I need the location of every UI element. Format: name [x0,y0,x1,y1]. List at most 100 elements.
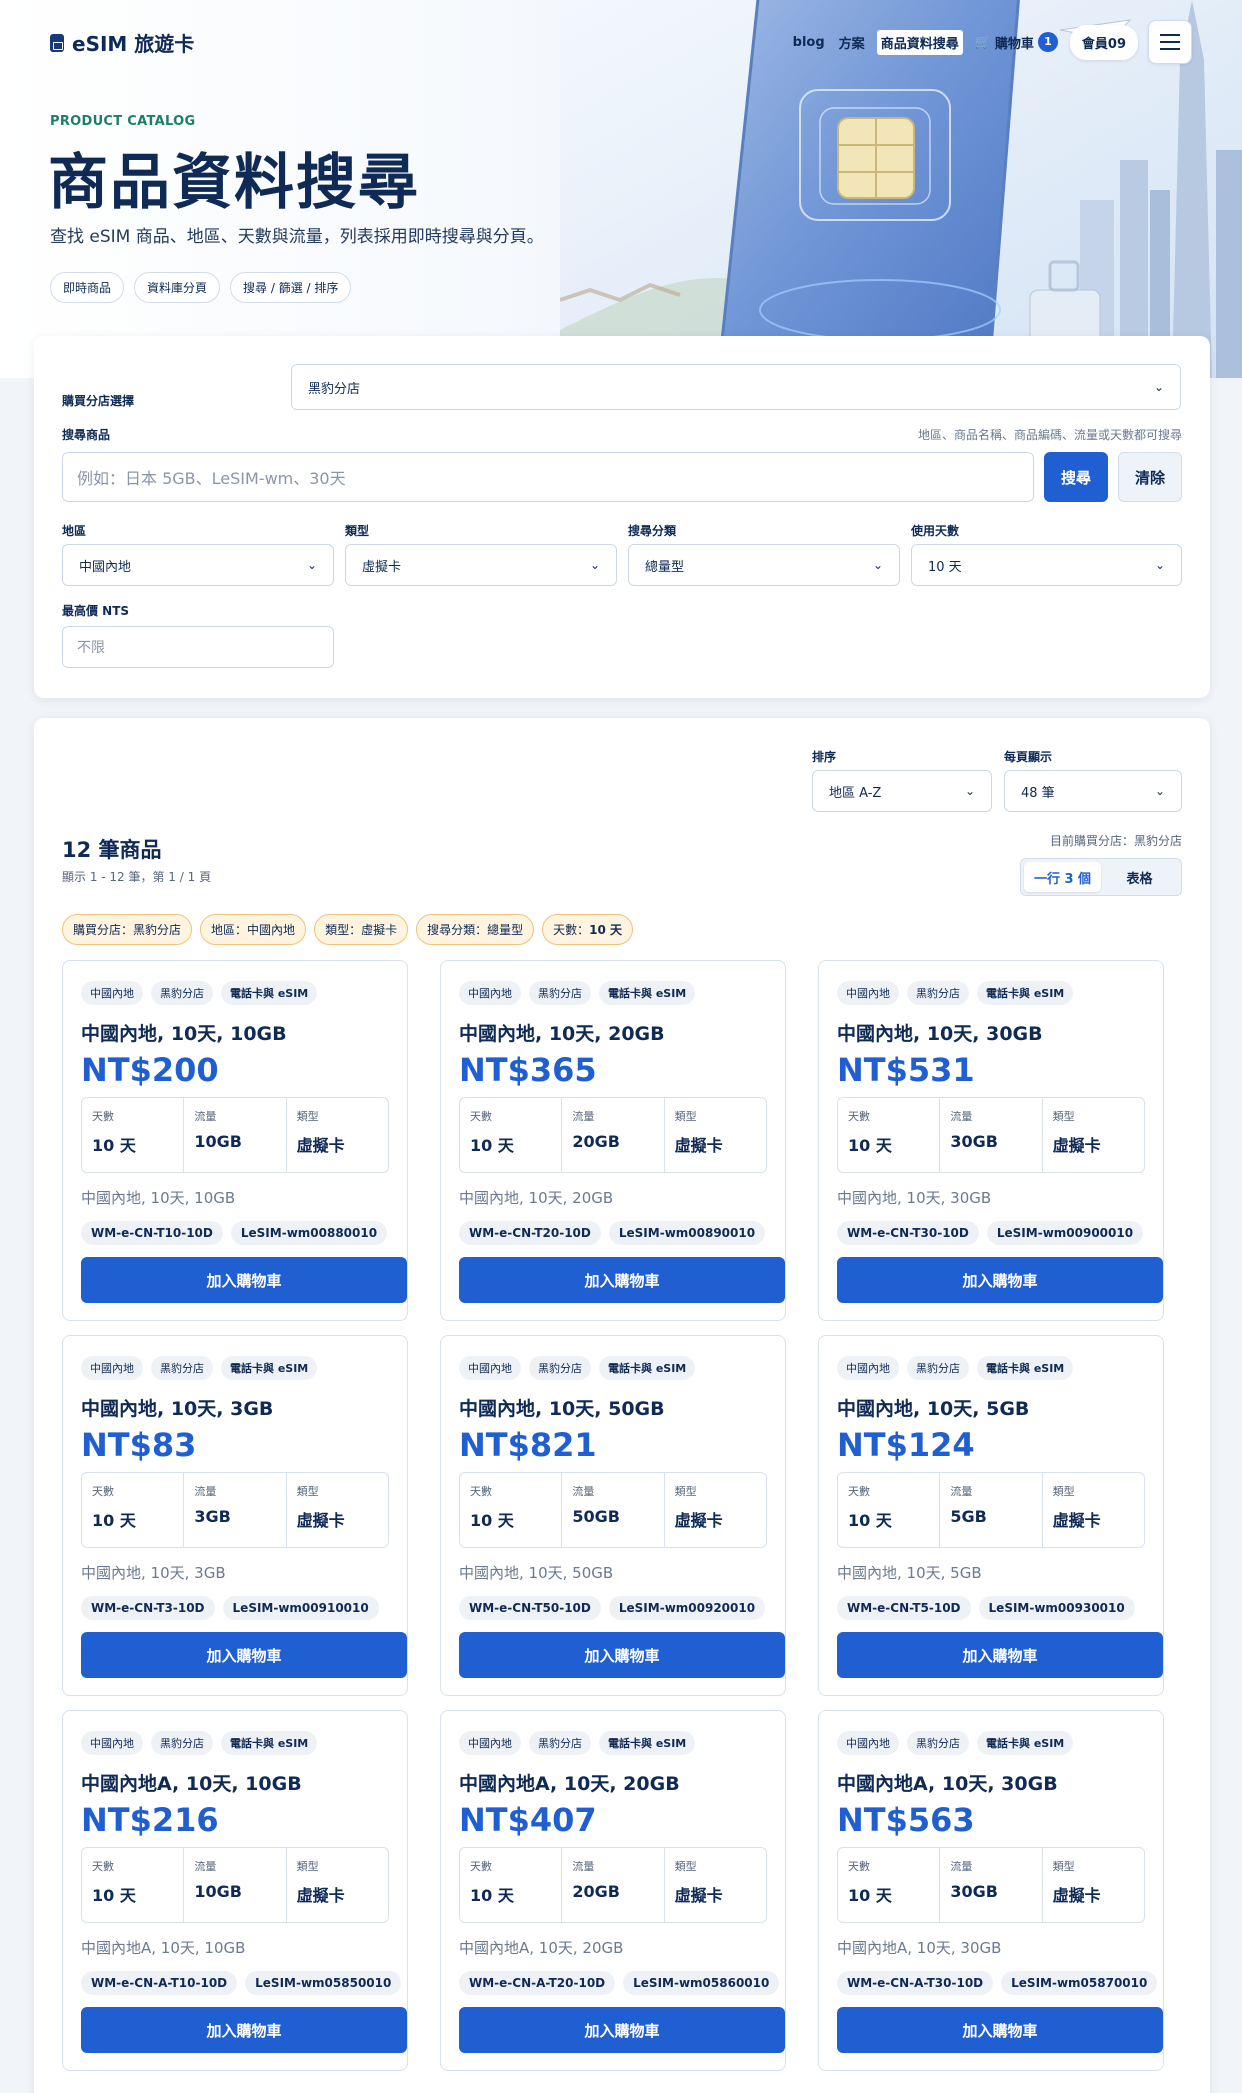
max-price-input[interactable]: 不限 [62,626,334,668]
sort-select[interactable]: 地區 A-Z ⌄ [812,770,992,812]
spec-value: 10 天 [92,1886,136,1905]
store-tag: 黑豹分店 [151,1356,213,1380]
spec-days: 天數 10 天 [460,1848,563,1922]
page-description: 查找 eSIM 商品、地區、天數與流量，列表採用即時搜尋與分頁。 [50,227,544,247]
type-select-value: 虛擬卡 [362,559,402,575]
hamburger-menu-icon[interactable] [1148,20,1192,64]
spec-label: 天數 [470,1485,492,1498]
category-select[interactable]: 總量型 ⌄ [628,544,900,586]
spec-label: 類型 [674,1485,697,1498]
product-description: 中國內地A, 10天, 20GB [459,1939,624,1957]
add-to-cart-button[interactable]: 加入購物車 [81,2007,407,2053]
product-tags: 中國內地 黑豹分店 電話卡與 eSIM [81,1731,318,1755]
nav-link-blog[interactable]: blog [791,31,827,54]
search-button[interactable]: 搜尋 [1044,452,1108,502]
store-select[interactable]: 黑豹分店 ⌄ [291,364,1181,410]
per-page-select-value: 48 筆 [1021,785,1055,801]
region-tag: 中國內地 [81,1356,143,1380]
spec-value: 10 天 [470,1511,514,1530]
store-tag: 黑豹分店 [907,1731,969,1755]
add-to-cart-button[interactable]: 加入購物車 [837,2007,1163,2053]
chevron-down-icon: ⌄ [306,558,317,572]
clear-button[interactable]: 清除 [1118,452,1182,502]
add-to-cart-button[interactable]: 加入購物車 [81,1632,407,1678]
region-tag: 中國內地 [837,1731,899,1755]
view-table-button[interactable]: 表格 [1101,862,1178,892]
store-tag: 黑豹分店 [529,981,591,1005]
region-select-value: 中國內地 [79,559,132,575]
product-title: 中國內地, 10天, 5GB [837,1398,1030,1420]
store-select-label: 購買分店選擇 [62,394,135,408]
spec-label: 類型 [1052,1860,1075,1873]
member-button[interactable]: 會員09 [1069,24,1138,60]
type-select[interactable]: 虛擬卡 ⌄ [345,544,617,586]
region-tag: 中國內地 [81,981,143,1005]
add-to-cart-button[interactable]: 加入購物車 [837,1632,1163,1678]
spec-label: 流量 [950,1860,973,1873]
filter-tag-key: 購買分店： [73,923,134,937]
spec-data: 流量 3GB [184,1473,287,1547]
per-page-select[interactable]: 48 筆 ⌄ [1004,770,1182,812]
feature-chip: 即時商品 [50,272,125,303]
cart-link[interactable]: 🛒 購物車 1 [973,28,1060,56]
product-price: NT$83 [81,1426,197,1464]
product-price: NT$821 [459,1426,597,1464]
feature-chip: 資料庫分頁 [134,272,221,303]
product-specs: 天數 10 天 流量 30GB 類型 虛擬卡 [837,1847,1145,1923]
active-filter-tag[interactable]: 類型：虛擬卡 [314,914,409,945]
sim-card-icon [50,33,64,52]
per-page-label: 每頁顯示 [1004,750,1053,764]
view-grid-button[interactable]: 一行 3 個 [1024,862,1101,892]
product-codes: WM-e-CN-T20-10D LeSIM-wm00890010 [459,1221,766,1245]
product-sku: LeSIM-wm05870010 [1001,1971,1158,1995]
region-select[interactable]: 中國內地 ⌄ [62,544,334,586]
spec-data: 流量 20GB [562,1848,665,1922]
product-code: WM-e-CN-T5-10D [837,1596,971,1620]
active-filter-tag[interactable]: 購買分店：黑豹分店 [62,914,193,945]
spec-label: 天數 [92,1110,114,1123]
add-to-cart-button[interactable]: 加入購物車 [81,1257,407,1303]
days-select[interactable]: 10 天 ⌄ [911,544,1182,586]
category-select-value: 總量型 [645,559,685,575]
spec-value: 10 天 [470,1136,514,1155]
spec-value: 虛擬卡 [1052,1886,1101,1905]
spec-type: 類型 虛擬卡 [665,1848,766,1922]
product-description: 中國內地A, 10天, 30GB [837,1939,1002,1957]
spec-data: 流量 50GB [562,1473,665,1547]
region-tag: 中國內地 [837,1356,899,1380]
days-select-value: 10 天 [928,559,962,575]
add-to-cart-button[interactable]: 加入購物車 [459,1257,785,1303]
cart-icon: 🛒 [974,34,991,50]
spec-type: 類型 虛擬卡 [1043,1848,1144,1922]
active-filter-tag[interactable]: 地區：中國內地 [200,914,307,945]
chevron-down-icon: ⌄ [1154,784,1165,798]
nav-link-plans[interactable]: 方案 [837,29,867,56]
product-specs: 天數 10 天 流量 20GB 類型 虛擬卡 [459,1097,767,1173]
product-card: 中國內地 黑豹分店 電話卡與 eSIM 中國內地A, 10天, 20GB NT$407 天… [440,1710,786,2071]
spec-value: 虛擬卡 [674,1886,723,1905]
chevron-down-icon: ⌄ [872,558,883,572]
spec-label: 類型 [1052,1485,1075,1498]
site-logo[interactable]: eSIM 旅遊卡 [50,28,194,57]
product-card: 中國內地 黑豹分店 電話卡與 eSIM 中國內地, 10天, 20GB NT$365 天數… [440,960,786,1321]
active-filter-tag[interactable]: 搜尋分類：總量型 [416,914,535,945]
filter-tag-key: 地區： [211,923,248,937]
product-card: 中國內地 黑豹分店 電話卡與 eSIM 中國內地, 10天, 5GB NT$124 天數 1… [818,1335,1164,1696]
filter-tag-value: 虛擬卡 [361,923,398,937]
spec-value: 10GB [194,1132,242,1151]
logo-text: eSIM 旅遊卡 [72,32,195,56]
active-filter-tag[interactable]: 天數：10 天 [542,914,634,945]
spec-value: 10 天 [848,1886,892,1905]
search-input[interactable]: 例如：日本 5GB、LeSIM-wm、30天 [62,452,1034,502]
region-tag: 中國內地 [459,1356,521,1380]
add-to-cart-button[interactable]: 加入購物車 [459,1632,785,1678]
spec-days: 天數 10 天 [460,1473,563,1547]
add-to-cart-button[interactable]: 加入購物車 [837,1257,1163,1303]
nav-link-product-search[interactable]: 商品資料搜尋 [876,29,963,55]
product-codes: WM-e-CN-T5-10D LeSIM-wm00930010 [837,1596,1135,1620]
spec-type: 類型 虛擬卡 [665,1098,766,1172]
add-to-cart-button[interactable]: 加入購物車 [459,2007,785,2053]
product-title: 中國內地, 10天, 20GB [459,1023,665,1045]
product-specs: 天數 10 天 流量 50GB 類型 虛擬卡 [459,1472,767,1548]
product-code: WM-e-CN-T20-10D [459,1221,601,1245]
